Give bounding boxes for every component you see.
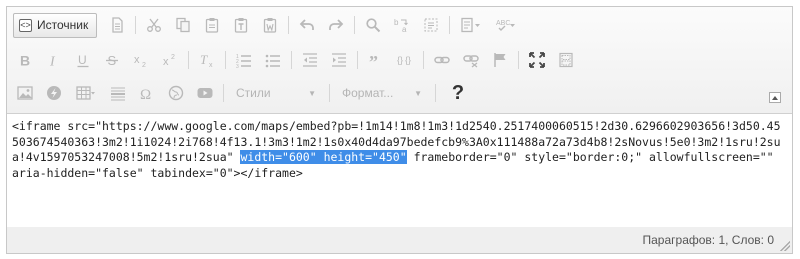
spellcheck-icon[interactable]: ABC	[491, 13, 521, 37]
paste-text-icon[interactable]	[229, 13, 253, 37]
resize-handle-icon[interactable]	[780, 241, 790, 251]
selected-text: width="600" height="450"	[240, 150, 407, 164]
svg-text:a: a	[402, 25, 407, 33]
format-dropdown[interactable]: Формат... ▼	[336, 82, 428, 104]
bulleted-list-icon[interactable]	[261, 48, 285, 72]
select-all-icon[interactable]	[419, 13, 443, 37]
svg-text:Ω: Ω	[140, 87, 151, 101]
new-page-icon[interactable]	[105, 13, 129, 37]
separator	[329, 84, 330, 102]
strikethrough-icon[interactable]: S	[100, 48, 124, 72]
separator	[291, 51, 292, 69]
remove-format-icon[interactable]: Tx	[195, 48, 219, 72]
separator	[423, 51, 424, 69]
youtube-icon[interactable]	[193, 81, 217, 105]
svg-text:{}: {}	[405, 55, 411, 65]
toolbar-row-2: B I U S x2 x2 Tx 123 ” {} {}	[13, 47, 583, 73]
separator	[225, 51, 226, 69]
svg-text:x: x	[134, 54, 140, 66]
div-container-icon[interactable]: {}{}	[393, 48, 417, 72]
svg-text:”: ”	[369, 52, 378, 68]
undo-icon[interactable]	[295, 13, 319, 37]
iframe-globe-icon[interactable]	[164, 81, 188, 105]
rich-text-editor: <> Источник b a ABC B I U S x 2 x 2 T x …	[6, 6, 793, 254]
numbered-list-icon[interactable]: 123	[232, 48, 256, 72]
svg-text:x: x	[163, 56, 169, 68]
find-icon[interactable]	[361, 13, 385, 37]
special-char-icon[interactable]: Ω	[135, 81, 159, 105]
blockquote-icon[interactable]: ”	[364, 48, 388, 72]
cut-icon[interactable]	[142, 13, 166, 37]
svg-text:3: 3	[236, 64, 239, 68]
source-button-label: Источник	[37, 18, 89, 32]
separator	[223, 84, 224, 102]
word-count-status: Параграфов: 1, Слов: 0	[642, 233, 775, 247]
paste-word-icon[interactable]	[258, 13, 282, 37]
toolbar-row-3: Ω Стили ▼ Формат... ▼ ?	[13, 80, 468, 106]
svg-text:B: B	[20, 53, 30, 69]
toolbar-row-1: <> Источник b a ABC	[13, 12, 526, 38]
image-icon[interactable]	[13, 81, 37, 105]
separator	[435, 84, 436, 102]
link-icon[interactable]	[430, 48, 454, 72]
help-button[interactable]: ?	[448, 82, 468, 105]
toolbar: <> Источник b a ABC B I U S x 2 x 2 T x …	[7, 7, 792, 113]
source-button[interactable]: <> Источник	[13, 12, 98, 38]
anchor-flag-icon[interactable]	[488, 48, 512, 72]
svg-text:2: 2	[171, 54, 175, 61]
separator	[357, 51, 358, 69]
svg-text:{}: {}	[397, 55, 403, 65]
subscript-icon[interactable]: x2	[129, 48, 153, 72]
collapse-toolbar-button[interactable]	[769, 92, 781, 103]
separator	[288, 16, 290, 34]
chevron-down-icon: ▼	[308, 88, 316, 98]
svg-text:2: 2	[142, 62, 146, 68]
format-dropdown-label: Формат...	[342, 86, 394, 100]
horizontal-rule-icon[interactable]	[106, 81, 130, 105]
svg-text:T: T	[200, 52, 208, 67]
replace-icon[interactable]: ba	[390, 13, 414, 37]
svg-text:x: x	[209, 62, 213, 68]
show-blocks-icon[interactable]	[554, 48, 578, 72]
separator	[135, 16, 137, 34]
bold-icon[interactable]: B	[13, 48, 37, 72]
italic-icon[interactable]: I	[42, 48, 66, 72]
svg-text:U: U	[78, 53, 87, 67]
svg-text:b: b	[394, 18, 399, 27]
source-textarea[interactable]: <iframe src="https://www.google.com/maps…	[7, 113, 792, 229]
redo-icon[interactable]	[324, 13, 348, 37]
separator	[354, 16, 356, 34]
templates-icon[interactable]	[456, 13, 486, 37]
paste-icon[interactable]	[200, 13, 224, 37]
styles-dropdown[interactable]: Стили ▼	[230, 82, 322, 104]
underline-icon[interactable]: U	[71, 48, 95, 72]
superscript-icon[interactable]: x2	[158, 48, 182, 72]
styles-dropdown-label: Стили	[236, 86, 271, 100]
svg-text:I: I	[49, 55, 56, 69]
unlink-icon[interactable]	[459, 48, 483, 72]
status-bar: Параграфов: 1, Слов: 0	[7, 227, 792, 253]
svg-text:ABC: ABC	[496, 20, 510, 27]
chevron-down-icon: ▼	[414, 88, 422, 98]
separator	[188, 51, 189, 69]
table-icon[interactable]	[71, 81, 101, 105]
indent-icon[interactable]	[327, 48, 351, 72]
separator	[518, 51, 519, 69]
source-code-icon: <>	[19, 18, 32, 32]
maximize-icon[interactable]	[525, 48, 549, 72]
collapse-arrow-icon	[772, 95, 778, 100]
flash-icon[interactable]	[42, 81, 66, 105]
copy-icon[interactable]	[171, 13, 195, 37]
outdent-icon[interactable]	[298, 48, 322, 72]
separator	[449, 16, 451, 34]
